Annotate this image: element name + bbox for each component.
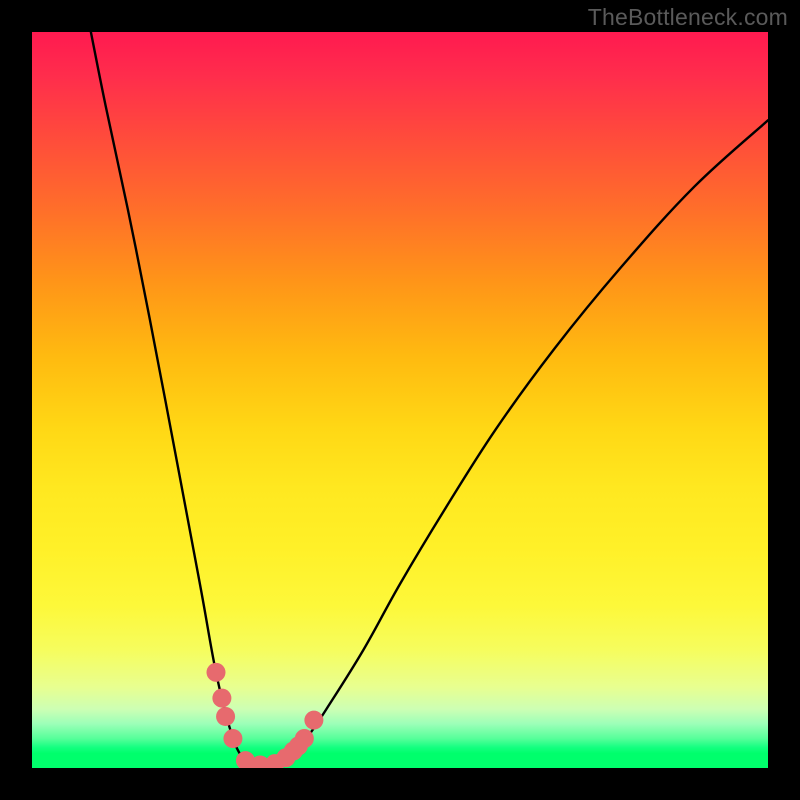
- marker-dot: [223, 729, 242, 748]
- watermark-text: TheBottleneck.com: [588, 4, 788, 31]
- bottleneck-curve: [91, 32, 768, 768]
- marker-dot: [207, 663, 226, 682]
- plot-area: [32, 32, 768, 768]
- marker-dot: [212, 689, 231, 708]
- marker-dot: [216, 707, 235, 726]
- chart-frame: TheBottleneck.com: [0, 0, 800, 800]
- marker-dot: [304, 711, 323, 730]
- marker-dot: [295, 729, 314, 748]
- highlight-dots: [207, 663, 324, 768]
- chart-svg: [32, 32, 768, 768]
